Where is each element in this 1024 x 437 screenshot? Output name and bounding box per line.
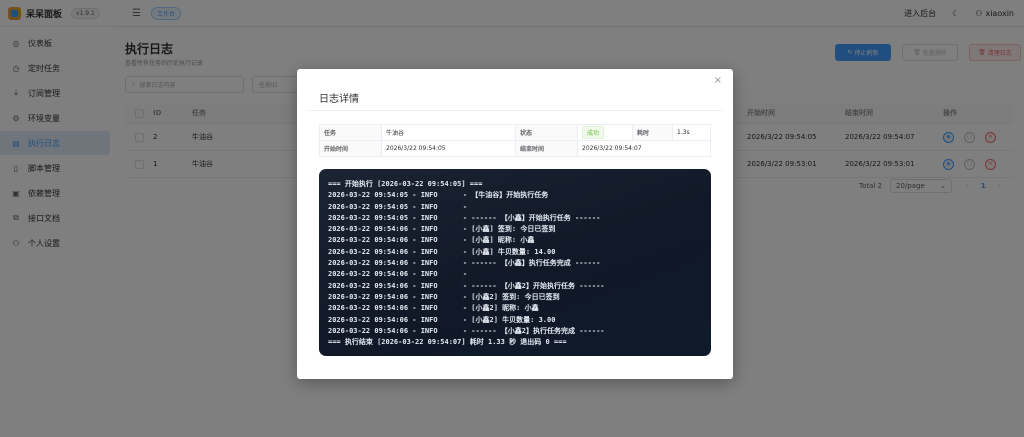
- duration-value: 1.3s: [672, 124, 711, 141]
- dialog-divider: [307, 110, 723, 111]
- status-badge: 成功: [582, 126, 605, 139]
- log-detail-dialog: 日志详情 × 任务 牛油谷 状态 成功 耗时 1.3s 开始时间 2026/3/…: [297, 69, 733, 379]
- log-line: 2026-03-22 09:54:06 - INFO - [小鑫] 牛贝数量: …: [328, 247, 556, 256]
- end-time-value: 2026/3/22 09:54:07: [577, 140, 711, 157]
- start-time-label: 开始时间: [319, 140, 382, 157]
- start-time-value: 2026/3/22 09:54:05: [381, 140, 516, 157]
- status-label: 状态: [515, 124, 578, 141]
- log-line: 2026-03-22 09:54:05 - INFO - ------ 【小鑫】…: [328, 213, 601, 222]
- log-line: === 开始执行 [2026-03-22 09:54:05] ===: [328, 180, 483, 188]
- log-line: 2026-03-22 09:54:06 - INFO - [小鑫2] 昵称: 小…: [328, 304, 539, 313]
- log-line: 2026-03-22 09:54:06 - INFO - [小鑫2] 签到: 今…: [328, 292, 560, 301]
- task-label: 任务: [319, 124, 382, 141]
- log-line: 2026-03-22 09:54:06 - INFO - ------ 【小鑫2…: [328, 326, 605, 335]
- log-console[interactable]: === 开始执行 [2026-03-22 09:54:05] === 2026-…: [319, 169, 711, 356]
- dialog-title: 日志详情: [319, 94, 359, 105]
- log-line: 2026-03-22 09:54:06 - INFO - [小鑫2] 牛贝数量:…: [328, 315, 556, 324]
- log-line: 2026-03-22 09:54:06 - INFO -: [328, 270, 468, 279]
- log-line: === 执行结束 [2026-03-22 09:54:07] 耗时 1.33 秒…: [328, 338, 567, 347]
- log-line: 2026-03-22 09:54:05 - INFO -: [328, 202, 468, 211]
- end-time-label: 结束时间: [515, 140, 578, 157]
- close-icon[interactable]: ×: [714, 75, 722, 86]
- app: 呆呆面板 v1.9.1 ◎ 仪表板 ◷ 定时任务 ⤓ 订阅管理 ⚙ 环境变量 ▤: [0, 0, 1024, 437]
- log-line: 2026-03-22 09:54:05 - INFO - 【牛油谷】开始执行任务: [328, 191, 549, 200]
- log-descriptions: 任务 牛油谷 状态 成功 耗时 1.3s 开始时间 2026/3/22 09:5…: [319, 124, 711, 157]
- log-line: 2026-03-22 09:54:06 - INFO - ------ 【小鑫】…: [328, 259, 601, 268]
- log-line: 2026-03-22 09:54:06 - INFO - [小鑫] 昵称: 小鑫: [328, 236, 535, 245]
- duration-label: 耗时: [632, 124, 673, 141]
- task-value: 牛油谷: [381, 124, 516, 141]
- log-line: 2026-03-22 09:54:06 - INFO - ------ 【小鑫2…: [328, 281, 605, 290]
- log-line: 2026-03-22 09:54:06 - INFO - [小鑫] 签到: 今日…: [328, 225, 556, 234]
